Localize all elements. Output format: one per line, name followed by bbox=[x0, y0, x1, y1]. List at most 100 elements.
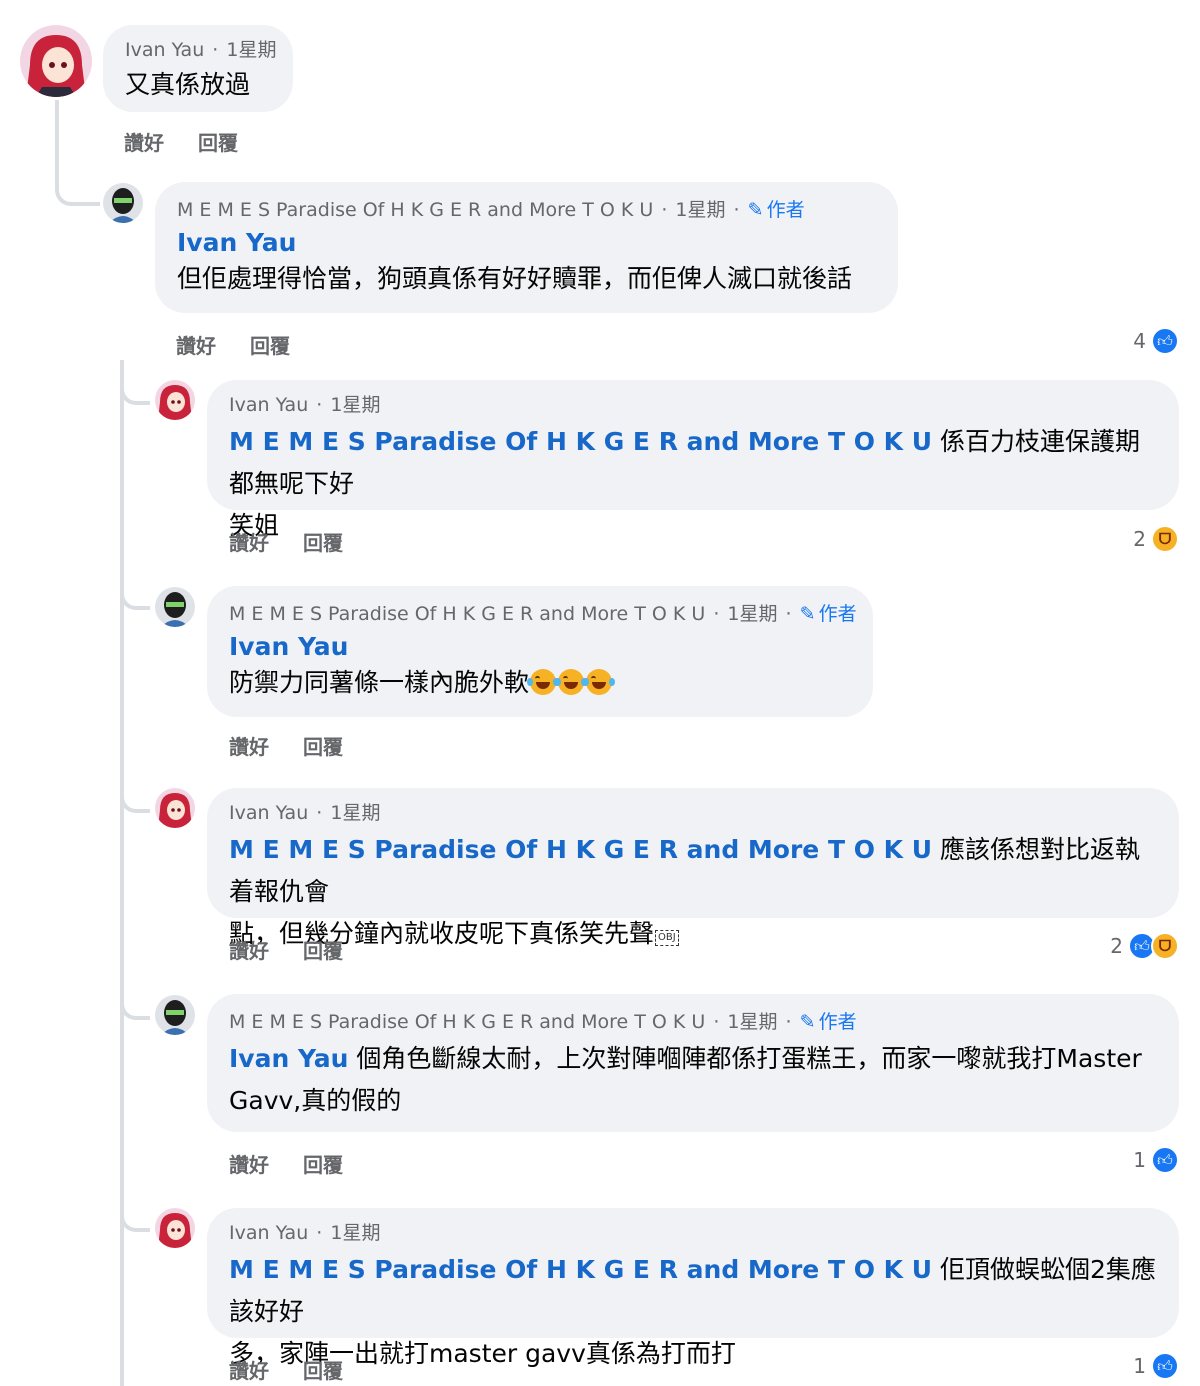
comment-text: Ivan Yau 個角色斷線太耐，上次對陣嗰陣都係打蛋糕王，而家一嚟就我打Mas… bbox=[229, 1044, 1142, 1115]
thread-curve-c2 bbox=[55, 150, 100, 206]
timestamp[interactable]: 1星期 bbox=[727, 1011, 777, 1033]
timestamp[interactable]: 1星期 bbox=[330, 394, 380, 416]
reply-button[interactable]: 回覆 bbox=[303, 527, 343, 556]
haha-reaction-icon: ᗜ bbox=[1151, 525, 1179, 553]
like-button[interactable]: 讚好 bbox=[229, 1355, 269, 1384]
avatar-ivan-yau[interactable] bbox=[155, 1208, 195, 1248]
avatar-ivan-yau[interactable] bbox=[20, 25, 92, 97]
timestamp[interactable]: 1星期 bbox=[727, 603, 777, 625]
reaction-summary-c5[interactable]: 2 👍︎ ᗜ bbox=[1110, 932, 1179, 960]
pencil-icon: ✎ bbox=[799, 603, 816, 625]
like-reaction-icon: 👍︎ bbox=[1151, 327, 1179, 355]
comment-meta: Ivan Yau · 1星期 bbox=[229, 394, 381, 416]
comment-actions-c5: 讚好 回覆 bbox=[229, 935, 343, 964]
avatar-memes-paradise[interactable] bbox=[155, 587, 195, 627]
comment-actions-c6: 讚好 回覆 bbox=[229, 1149, 343, 1178]
avatar-memes-paradise[interactable] bbox=[155, 995, 195, 1035]
timestamp[interactable]: 1星期 bbox=[330, 1222, 380, 1244]
author-name[interactable]: M E M E S Paradise Of H K G E R and More… bbox=[229, 603, 705, 625]
like-reaction-icon: 👍︎ bbox=[1151, 1146, 1179, 1174]
thread-curve-c3 bbox=[120, 375, 150, 405]
comment-meta: M E M E S Paradise Of H K G E R and More… bbox=[177, 199, 805, 221]
like-button[interactable]: 讚好 bbox=[229, 731, 269, 760]
face-with-tears-of-joy-icon bbox=[583, 669, 616, 695]
author-badge: ✎ 作者 bbox=[747, 199, 805, 221]
reply-button[interactable]: 回覆 bbox=[250, 330, 290, 359]
pencil-icon: ✎ bbox=[747, 199, 764, 221]
mention-link[interactable]: M E M E S Paradise Of H K G E R and More… bbox=[229, 1255, 932, 1284]
avatar-memes-paradise[interactable] bbox=[103, 183, 143, 223]
comment-meta: Ivan Yau · 1星期 bbox=[229, 802, 381, 824]
author-name[interactable]: M E M E S Paradise Of H K G E R and More… bbox=[229, 1011, 705, 1033]
comment-text: M E M E S Paradise Of H K G E R and More… bbox=[229, 427, 1141, 540]
thread-line-replies bbox=[120, 360, 124, 1386]
comment-text: 又真係放過 bbox=[125, 70, 251, 99]
reply-button[interactable]: 回覆 bbox=[303, 935, 343, 964]
avatar-ivan-yau[interactable] bbox=[155, 380, 195, 420]
mention-link[interactable]: M E M E S Paradise Of H K G E R and More… bbox=[229, 835, 932, 864]
reaction-count: 2 bbox=[1110, 934, 1123, 958]
like-button[interactable]: 讚好 bbox=[176, 330, 216, 359]
object-replacement-marker: OBJ bbox=[655, 930, 679, 946]
reply-button[interactable]: 回覆 bbox=[198, 127, 238, 156]
comment-bubble-c4: M E M E S Paradise Of H K G E R and More… bbox=[207, 586, 873, 717]
author-name[interactable]: Ivan Yau bbox=[229, 802, 308, 824]
reaction-summary-c6[interactable]: 1 👍︎ bbox=[1133, 1146, 1179, 1174]
comment-bubble-c5: Ivan Yau · 1星期 M E M E S Paradise Of H K… bbox=[207, 788, 1179, 948]
mention-link[interactable]: Ivan Yau bbox=[177, 228, 876, 257]
reply-button[interactable]: 回覆 bbox=[303, 1149, 343, 1178]
reply-button[interactable]: 回覆 bbox=[303, 731, 343, 760]
timestamp[interactable]: 1星期 bbox=[675, 199, 725, 221]
mention-link[interactable]: Ivan Yau bbox=[229, 632, 851, 661]
comment-text: 防禦力同薯條一樣內脆外軟 bbox=[229, 663, 851, 703]
comment-actions-c7: 讚好 回覆 bbox=[229, 1355, 343, 1384]
comment-meta: Ivan Yau · 1星期 bbox=[125, 39, 277, 61]
comment-bubble-c2: M E M E S Paradise Of H K G E R and More… bbox=[155, 182, 898, 313]
comment-meta: Ivan Yau · 1星期 bbox=[229, 1222, 381, 1244]
reply-button[interactable]: 回覆 bbox=[303, 1355, 343, 1384]
comment-text: M E M E S Paradise Of H K G E R and More… bbox=[229, 835, 1141, 948]
reaction-summary-c2[interactable]: 4 👍︎ bbox=[1133, 327, 1179, 355]
comment-bubble-c7: Ivan Yau · 1星期 M E M E S Paradise Of H K… bbox=[207, 1208, 1179, 1368]
author-name[interactable]: Ivan Yau bbox=[125, 39, 204, 61]
comment-bubble-c3: Ivan Yau · 1星期 M E M E S Paradise Of H K… bbox=[207, 380, 1179, 540]
reaction-summary-c7[interactable]: 1 👍︎ bbox=[1133, 1352, 1179, 1380]
comment-meta: M E M E S Paradise Of H K G E R and More… bbox=[229, 603, 857, 625]
comment-meta: M E M E S Paradise Of H K G E R and More… bbox=[229, 1011, 857, 1033]
timestamp[interactable]: 1星期 bbox=[330, 802, 380, 824]
thread-curve-c4 bbox=[120, 580, 150, 610]
like-button[interactable]: 讚好 bbox=[229, 527, 269, 556]
author-badge: ✎ 作者 bbox=[799, 603, 857, 625]
like-button[interactable]: 讚好 bbox=[229, 935, 269, 964]
author-badge: ✎ 作者 bbox=[799, 1011, 857, 1033]
comment-text: M E M E S Paradise Of H K G E R and More… bbox=[229, 1255, 1156, 1368]
mention-link[interactable]: Ivan Yau bbox=[229, 1044, 348, 1073]
comment-text: 但佢處理得恰當，狗頭真係有好好贖罪，而佢俾人滅口就後話 bbox=[177, 264, 853, 293]
thread-curve-c5 bbox=[120, 783, 150, 813]
comment-bubble-c1: Ivan Yau · 1星期 又真係放過 bbox=[103, 25, 293, 112]
haha-reaction-icon: ᗜ bbox=[1151, 932, 1179, 960]
like-reaction-icon: 👍︎ bbox=[1151, 1352, 1179, 1380]
reaction-count: 4 bbox=[1133, 329, 1146, 353]
author-name[interactable]: Ivan Yau bbox=[229, 394, 308, 416]
like-button[interactable]: 讚好 bbox=[124, 127, 164, 156]
reaction-count: 1 bbox=[1133, 1148, 1146, 1172]
timestamp[interactable]: 1星期 bbox=[226, 39, 276, 61]
mention-link[interactable]: M E M E S Paradise Of H K G E R and More… bbox=[229, 427, 932, 456]
thread-curve-c7 bbox=[120, 1202, 150, 1232]
comment-bubble-c6: M E M E S Paradise Of H K G E R and More… bbox=[207, 994, 1179, 1132]
reaction-summary-c3[interactable]: 2 ᗜ bbox=[1133, 525, 1179, 553]
author-name[interactable]: Ivan Yau bbox=[229, 1222, 308, 1244]
comment-actions-c2: 讚好 回覆 bbox=[176, 330, 290, 359]
comment-actions-c1: 讚好 回覆 bbox=[124, 127, 238, 156]
like-button[interactable]: 讚好 bbox=[229, 1149, 269, 1178]
reaction-count: 1 bbox=[1133, 1354, 1146, 1378]
comment-actions-c3: 讚好 回覆 bbox=[229, 527, 343, 556]
thread-curve-c6 bbox=[120, 990, 150, 1020]
author-name[interactable]: M E M E S Paradise Of H K G E R and More… bbox=[177, 199, 653, 221]
reaction-count: 2 bbox=[1133, 527, 1146, 551]
face-with-tears-of-joy-icon bbox=[555, 669, 588, 695]
pencil-icon: ✎ bbox=[799, 1011, 816, 1033]
avatar-ivan-yau[interactable] bbox=[155, 788, 195, 828]
comment-actions-c4: 讚好 回覆 bbox=[229, 731, 343, 760]
